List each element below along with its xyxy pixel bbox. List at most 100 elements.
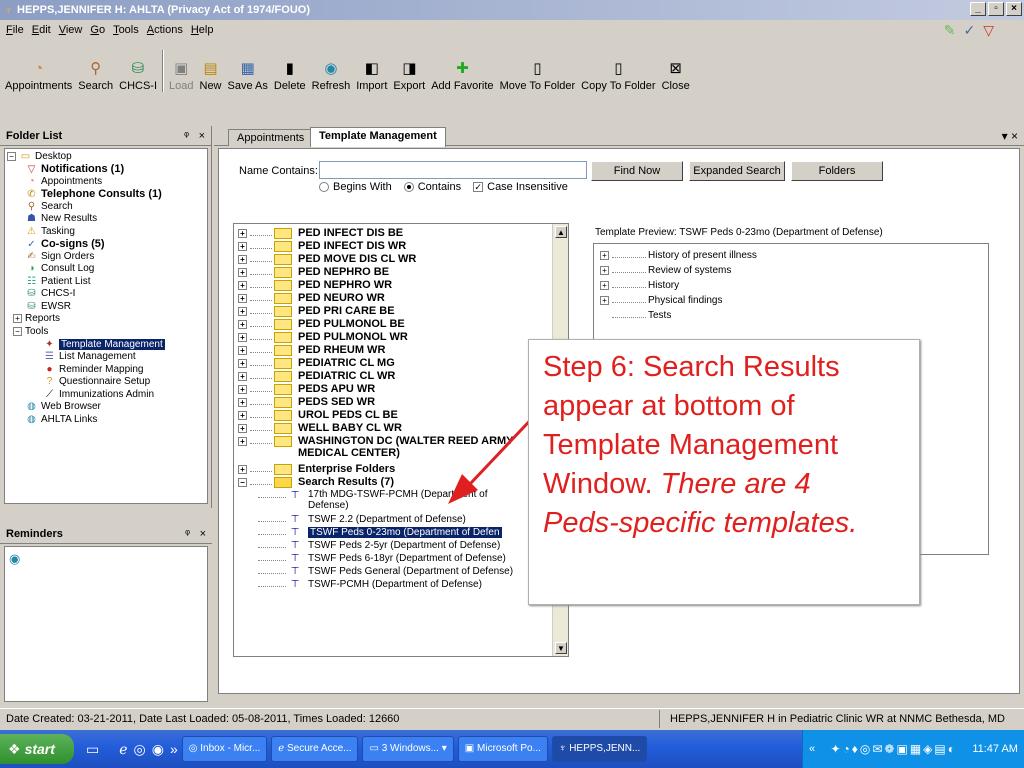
tree-folder-enterprise[interactable]: + Enterprise Folders [238,463,395,476]
task-ahlta[interactable]: ♆ HEPPS,JENN... [551,736,648,762]
expand-icon[interactable]: + [13,314,22,323]
reminders-close-button[interactable]: × [200,528,206,540]
note-icon[interactable]: ✎ [944,22,956,39]
tree-folder[interactable]: + PED NEURO WR [238,292,385,305]
tab-appointments[interactable]: Appointments [228,129,314,146]
folder-item-patient-list[interactable]: ☷ Patient List [25,276,90,288]
expand-icon[interactable]: + [238,372,247,381]
collapse-icon[interactable]: − [238,478,247,487]
expand-icon[interactable]: + [238,229,247,238]
tree-folder[interactable]: + WELL BABY CL WR [238,422,402,435]
search-result-template[interactable]: ⊤ TSWF-PCMH (Department of Defense) [258,578,482,591]
search-result-template[interactable]: ⊤ TSWF Peds 6-18yr (Department of Defense… [258,552,506,565]
task-inbox[interactable]: ◎ Inbox - Micr... [181,736,268,762]
tree-folder[interactable]: + PED PULMONOL BE [238,318,405,331]
tree-folder[interactable]: + PEDS SED WR [238,396,375,409]
tree-folder[interactable]: + PED INFECT DIS WR [238,240,406,253]
tab-menu-close-button[interactable]: ▾ × [1002,129,1018,143]
pin-icon[interactable]: ᵠ [185,528,190,540]
preview-section[interactable]: Tests [600,310,671,321]
folder-item-notifications[interactable]: ▽ Notifications (1) [25,163,124,175]
copy-to-folder-button[interactable]: ▯ Copy To Folder [578,58,658,92]
folders-button[interactable]: Folders [791,161,883,181]
tree-folder-search-results[interactable]: − Search Results (7) [238,476,394,489]
expand-icon[interactable]: + [238,411,247,420]
menu-help[interactable]: Help [191,24,214,36]
tree-folder[interactable]: + PED RHEUM WR [238,344,385,357]
expand-icon[interactable]: + [238,281,247,290]
ie-icon[interactable]: ℯ [119,741,127,758]
tree-folder[interactable]: + PED PRI CARE BE [238,305,395,318]
expand-icon[interactable]: + [238,385,247,394]
restore-button[interactable]: ▫ [988,2,1004,16]
folder-item-tools[interactable]: − Tools [13,326,48,338]
folder-item-chcs[interactable]: ⛁ CHCS-I [25,288,75,300]
scroll-down-arrow[interactable]: ▼ [555,642,567,654]
search-result-template[interactable]: ⊤ TSWF Peds 2-5yr (Department of Defense) [258,539,500,552]
task-secure-access[interactable]: ℯ Secure Acce... [271,736,359,762]
folder-item-template-management[interactable]: ✦ Template Management [43,339,165,351]
export-button[interactable]: ◨ Export [390,58,428,92]
folder-item-ewsr[interactable]: ⛁ EWSR [25,301,71,313]
menu-file[interactable]: File [6,24,24,36]
folder-item-list-management[interactable]: ☰ List Management [43,351,136,363]
expand-icon[interactable]: + [238,424,247,433]
appointments-button[interactable]: ◔ Appointments [2,58,75,92]
load-button[interactable]: ▣ Load [166,58,196,92]
tray-icons[interactable]: ✦◔♦◎✉❁▣▦◈▤◐ [830,742,957,756]
collapse-icon[interactable]: − [7,152,16,161]
folder-item-co-signs[interactable]: ✓ Co-signs (5) [25,238,104,250]
expand-icon[interactable]: + [600,251,609,260]
preview-section[interactable]: + Physical findings [600,295,722,306]
more-quicklaunch-icon[interactable]: » [170,741,178,757]
new-button[interactable]: ▤ New [197,58,225,92]
task-powerpoint[interactable]: ▣ Microsoft Po... [457,736,548,762]
expand-icon[interactable]: + [600,266,609,275]
folder-item-desktop[interactable]: − ▭ Desktop [7,151,72,163]
expand-icon[interactable]: + [238,320,247,329]
tree-folder[interactable]: + PED PULMONOL WR [238,331,408,344]
expand-icon[interactable]: + [600,296,609,305]
expand-icon[interactable]: + [238,333,247,342]
contains-radio[interactable]: Contains [403,181,461,193]
tree-folder[interactable]: + PED NEPHRO BE [238,266,389,279]
folder-item-appointments[interactable]: ◔ Appointments [25,176,102,188]
expanded-search-button[interactable]: Expanded Search [689,161,785,181]
collapse-icon[interactable]: − [13,327,22,336]
search-result-template[interactable]: ⊤ TSWF Peds 0-23mo (Department of Defen [258,526,502,539]
tree-folder[interactable]: + PED INFECT DIS BE [238,227,403,240]
task-windows-group[interactable]: ▭ 3 Windows... ▾ [362,736,454,762]
search-result-template[interactable]: ⊤ TSWF 2.2 (Department of Defense) [258,513,466,526]
chcs-button[interactable]: ⛁ CHCS-I [116,58,160,92]
expand-icon[interactable]: + [600,281,609,290]
import-button[interactable]: ◧ Import [353,58,390,92]
preview-section[interactable]: + History of present illness [600,250,757,261]
expand-icon[interactable]: + [238,294,247,303]
folder-item-new-results[interactable]: ☗ New Results [25,213,97,225]
tree-folder[interactable]: + UROL PEDS CL BE [238,409,398,422]
search-button[interactable]: ⚲ Search [75,58,116,92]
outlook-icon[interactable]: ◎ [134,741,146,758]
folder-item-questionnaire-setup[interactable]: ? Questionnaire Setup [43,376,150,388]
folder-item-immunizations-admin[interactable]: ⟋ Immunizations Admin [43,389,154,401]
notification-icon[interactable]: ▽ [983,22,994,39]
menu-view[interactable]: View [59,24,83,36]
folder-item-web-browser[interactable]: ◍ Web Browser [25,401,101,413]
scroll-up-arrow[interactable]: ▲ [555,226,567,238]
folder-item-telephone-consults[interactable]: ✆ Telephone Consults (1) [25,188,162,200]
expand-icon[interactable]: + [238,307,247,316]
tray-expand-button[interactable]: « [809,743,815,755]
add-favorite-button[interactable]: ✚ Add Favorite [428,58,496,92]
begins-with-radio[interactable]: Begins With [319,181,392,193]
move-to-folder-button[interactable]: ▯ Move To Folder [497,58,579,92]
start-button[interactable]: ❖ start [0,734,74,764]
expand-icon[interactable]: + [238,268,247,277]
folder-item-search[interactable]: ⚲ Search [25,201,73,213]
refresh-icon[interactable]: ◉ [9,551,20,567]
expand-icon[interactable]: + [238,359,247,368]
find-now-button[interactable]: Find Now [591,161,683,181]
menu-tools[interactable]: Tools [113,24,139,36]
close-window-button[interactable]: × [1006,2,1022,16]
expand-icon[interactable]: + [238,346,247,355]
name-contains-input[interactable] [319,161,587,179]
